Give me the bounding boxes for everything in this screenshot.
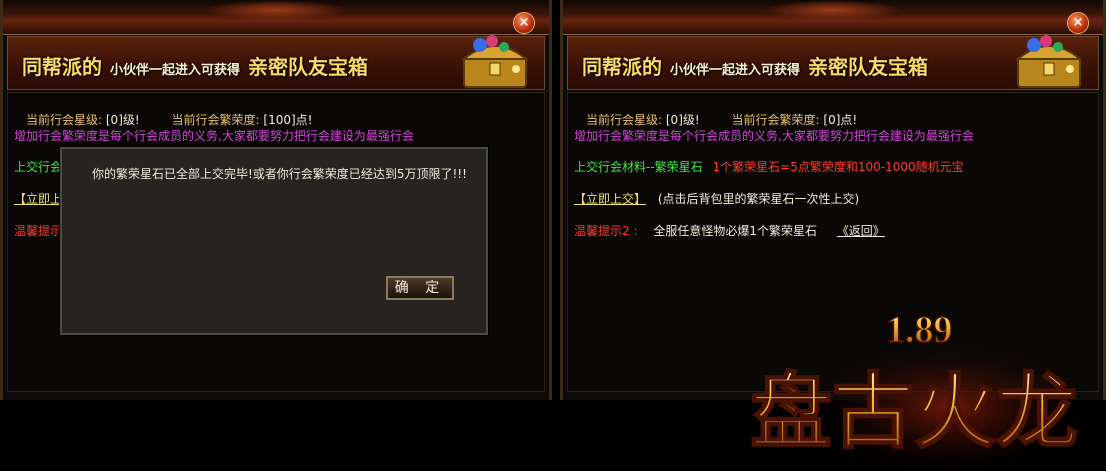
banner-part2: 小伙伴一起进入可获得: [670, 63, 801, 78]
banner-part1: 同帮派的: [582, 55, 662, 79]
material-reward-text: 1个繁荣星石=5点繁荣度和100-1000随机元宝: [712, 160, 964, 174]
guild-star-label: 当前行会星级:: [586, 113, 663, 127]
tip-label: 温馨提示2 :: [574, 224, 638, 238]
tip-row: 温馨提示2 : 全服任意怪物必爆1个繁荣星石 《返回》: [574, 222, 885, 239]
banner-part1: 同帮派的: [22, 55, 102, 79]
logo-version: 1.89: [886, 309, 953, 351]
back-link[interactable]: 《返回》: [837, 224, 885, 238]
submit-material-label: 上交行会: [14, 160, 63, 174]
banner-part2: 小伙伴一起进入可获得: [110, 63, 241, 78]
guild-star-label: 当前行会星级:: [26, 113, 103, 127]
guild-prosperity-value: [100]点!: [263, 113, 313, 127]
treasure-chest-icon: [1015, 35, 1083, 88]
guild-star-row: 当前行会星级: [0]级! 当前行会繁荣度: [0]点!: [586, 111, 857, 128]
tip-text: 全服任意怪物必爆1个繁荣星石: [653, 224, 817, 238]
submit-now-link[interactable]: 【立即上交】: [574, 192, 646, 206]
submit-row: 【立即上交】 (点击后背包里的繁荣星石一次性上交): [574, 190, 859, 207]
banner-part3: 亲密队友宝箱: [248, 55, 369, 79]
banner-text: 同帮派的 小伙伴一起进入可获得 亲密队友宝箱: [582, 51, 928, 80]
guild-star-value: [0]级!: [105, 113, 140, 127]
guild-prosperity-label: 当前行会繁荣度:: [171, 113, 260, 127]
banner-part3: 亲密队友宝箱: [808, 55, 929, 79]
tip-label: 温馨提示:: [14, 224, 67, 238]
submit-note: (点击后背包里的繁荣星石一次性上交): [657, 192, 860, 206]
promo-banner: 同帮派的 小伙伴一起进入可获得 亲密队友宝箱: [567, 35, 1099, 90]
confirm-button[interactable]: 确 定: [386, 276, 454, 300]
guild-star-value: [0]级!: [665, 113, 700, 127]
guild-prosperity-value: [0]点!: [823, 113, 858, 127]
treasure-chest-icon: [461, 35, 529, 88]
banner-text: 同帮派的 小伙伴一起进入可获得 亲密队友宝箱: [22, 51, 368, 80]
submit-material-label: 上交行会材料--繁荣星石: [574, 160, 703, 174]
guild-star-row: 当前行会星级: [0]级! 当前行会繁荣度: [100]点!: [26, 111, 312, 128]
guild-description: 增加行会繁荣度是每个行会成员的义务,大家都要努力把行会建设为最强行会: [574, 129, 974, 143]
submit-material-row: 上交行会材料--繁荣星石 1个繁荣星石=5点繁荣度和100-1000随机元宝: [574, 158, 964, 175]
notice-dialog: 你的繁荣星石已全部上交完毕!或者你行会繁荣度已经达到5万顶限了!!! 确 定: [60, 147, 488, 335]
game-logo: 1.89 盘古火龙: [749, 308, 1084, 471]
promo-banner: 同帮派的 小伙伴一起进入可获得 亲密队友宝箱: [7, 35, 545, 90]
logo-title: 盘古火龙: [750, 364, 1078, 460]
guild-description: 增加行会繁荣度是每个行会成员的义务,大家都要努力把行会建设为最强行会: [14, 129, 414, 143]
dialog-message: 你的繁荣星石已全部上交完毕!或者你行会繁荣度已经达到5万顶限了!!!: [92, 167, 467, 181]
guild-prosperity-label: 当前行会繁荣度:: [731, 113, 820, 127]
submit-now-link[interactable]: 【立即上: [14, 190, 62, 207]
